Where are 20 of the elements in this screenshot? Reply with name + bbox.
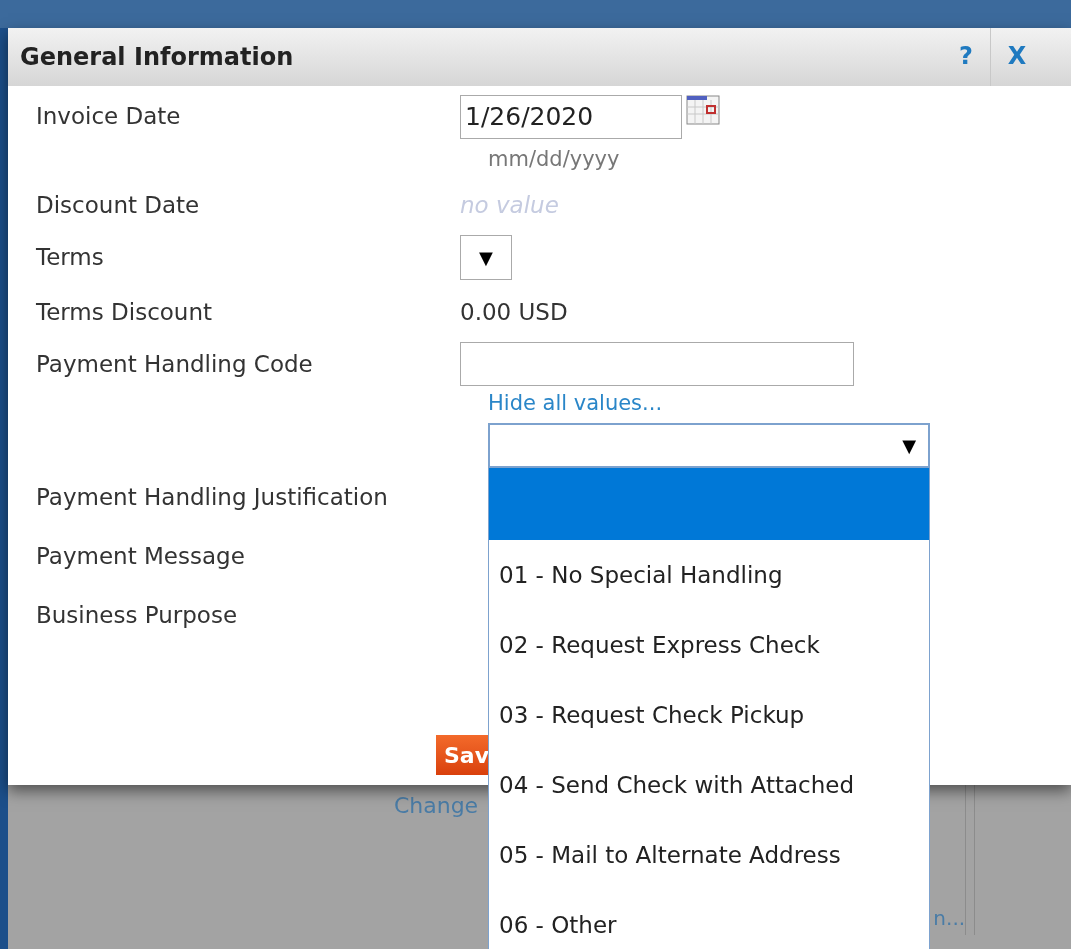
field-label: Payment Handling Code [36, 350, 313, 377]
terms-dropdown[interactable]: ▼ [460, 234, 512, 280]
code-dropdown[interactable]: ▼ [488, 423, 930, 468]
field-label: Business Purpose [36, 601, 238, 628]
hide-values-link[interactable]: Hide all values... [488, 388, 663, 420]
empty-value: no value [460, 190, 559, 220]
field-label: Discount Date [36, 191, 200, 218]
date-field[interactable]: 1/26/2020 [460, 95, 682, 139]
field-label: Invoice Date [36, 103, 181, 129]
field-label: Terms [36, 243, 104, 270]
field-label: Payment Handling Justification [36, 483, 388, 510]
field-label: Terms Discount [36, 298, 212, 325]
help-button[interactable]: ? [959, 38, 973, 74]
calendar-icon[interactable] [686, 95, 720, 125]
close-button[interactable]: X [1005, 38, 1030, 74]
date-format-hint: mm/dd/yyyy [488, 146, 620, 174]
input-field[interactable] [460, 342, 854, 386]
field-value: 0.00 USD [460, 297, 568, 327]
dialog-title: General Information [20, 42, 294, 73]
field-label: Payment Message [36, 542, 245, 569]
